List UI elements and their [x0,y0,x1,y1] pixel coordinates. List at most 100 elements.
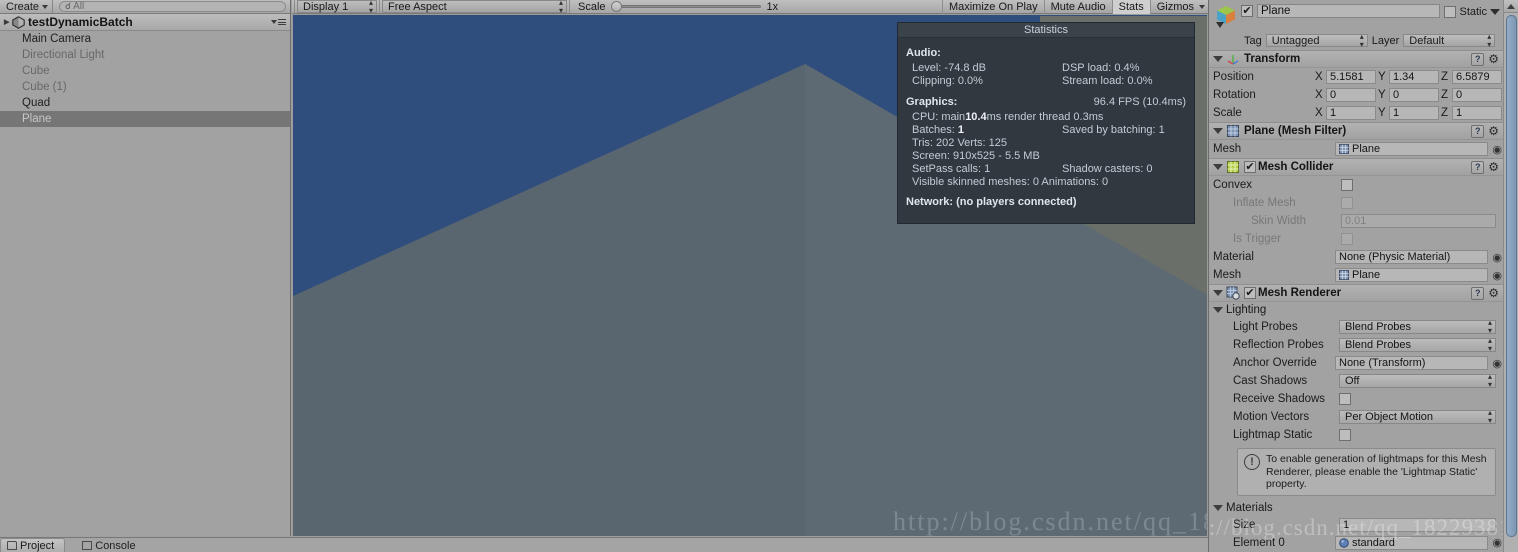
scrollbar-up-button[interactable] [1504,0,1518,13]
object-picker-icon[interactable]: ◉ [1492,269,1502,282]
hierarchy-item-cube[interactable]: Cube [0,63,290,79]
gizmos-button[interactable]: Gizmos [1149,0,1208,14]
lightmap-static-checkbox[interactable] [1339,429,1351,441]
hierarchy-item-main-camera[interactable]: Main Camera [0,31,290,47]
cast-shadows-label: Cast Shadows [1233,375,1308,387]
gear-icon[interactable]: ⚙ [1488,125,1499,137]
position-z-input[interactable]: 6.5879 [1452,70,1502,84]
cpu-prefix: CPU: main [912,111,966,123]
scale-z-input[interactable]: 1 [1452,106,1502,120]
reflection-probes-dropdown[interactable]: Blend Probes ▴ ▾ [1339,336,1496,353]
mesh-renderer-header[interactable]: Mesh Renderer ? ⚙ [1209,285,1504,302]
gear-icon[interactable]: ⚙ [1488,287,1499,299]
static-toggle-group[interactable]: Static [1444,5,1500,18]
mesh-collider-enabled-checkbox[interactable] [1244,161,1256,173]
hierarchy-item-quad[interactable]: Quad [0,95,290,111]
bottom-tab-bar: Project Console [0,537,1208,552]
graphics-header-label: Graphics: [906,96,958,108]
foldout-icon[interactable] [1213,56,1223,62]
rotation-y-input[interactable]: 0 [1389,88,1439,102]
convex-checkbox[interactable] [1341,179,1353,191]
gear-icon[interactable]: ⚙ [1488,161,1499,173]
materials-size-input[interactable]: 1 [1339,517,1496,532]
tag-dropdown[interactable]: Untagged ▴ ▾ [1265,32,1368,48]
updown-arrows-icon: ▴ ▾ [1487,31,1492,49]
object-picker-icon[interactable]: ◉ [1492,143,1502,156]
mesh-filter-mesh-field[interactable]: Plane [1335,142,1489,156]
anchor-override-field[interactable]: None (Transform) [1335,356,1489,370]
foldout-icon[interactable] [1213,290,1223,296]
tab-project[interactable]: Project [0,538,66,552]
hierarchy-menu-button[interactable] [271,19,286,25]
reflection-probes-row: Reflection Probes Blend Probes ▴ ▾ [1209,336,1504,354]
help-icon[interactable]: ? [1471,286,1485,300]
collider-mesh-field[interactable]: Plane [1335,268,1489,282]
hierarchy-item-plane[interactable]: Plane [0,111,290,127]
stats-button[interactable]: Stats [1111,0,1150,14]
static-label: Static [1459,6,1487,18]
mesh-filter-header[interactable]: Plane (Mesh Filter) ? ⚙ [1209,123,1504,140]
help-icon[interactable]: ? [1471,124,1485,138]
mesh-filter-mesh-row: Mesh Plane ◉ [1209,140,1504,158]
updown-arrows-icon: ▴ ▾ [1487,336,1492,353]
help-icon[interactable]: ? [1471,160,1485,174]
maximize-on-play-button[interactable]: Maximize On Play [941,0,1044,14]
object-picker-icon[interactable]: ◉ [1492,251,1502,264]
cast-shadows-dropdown[interactable]: Off ▴ ▾ [1339,373,1496,389]
materials-size-label: Size [1233,518,1256,531]
scale-x-input[interactable]: 1 [1326,106,1376,120]
scene-header[interactable]: ▶ testDynamicBatch [0,14,290,31]
mute-audio-button[interactable]: Mute Audio [1043,0,1112,14]
lighting-foldout[interactable]: Lighting [1209,302,1504,318]
position-y-input[interactable]: 1.34 [1389,70,1439,84]
hierarchy-item-cube-1[interactable]: Cube (1) [0,79,290,95]
material-asset-icon [1339,537,1349,548]
materials-element0-field[interactable]: standard [1335,535,1489,550]
cast-shadows-value: Off [1345,375,1360,387]
aspect-dropdown[interactable]: Free Aspect ▴ ▾ [382,0,567,14]
is-trigger-label: Is Trigger [1233,233,1281,245]
scale-y-input[interactable]: 1 [1389,106,1439,120]
rotation-z-input[interactable]: 0 [1452,88,1502,102]
scale-label: Scale [578,0,606,13]
chevron-down-icon[interactable] [1490,9,1500,15]
physic-material-field[interactable]: None (Physic Material) [1335,250,1489,264]
scale-slider-knob[interactable] [610,1,622,12]
audio-row-clipping: Clipping: 0.0% Stream load: 0.0% [906,75,1186,88]
hierarchy-item-directional-light[interactable]: Directional Light [0,47,290,63]
foldout-icon[interactable] [1213,128,1223,134]
setpass-calls: SetPass calls: 1 [912,163,991,175]
position-x-input[interactable]: 5.1581 [1326,70,1376,84]
hierarchy-panel: Create ☌ All ▶ testDynamicBatch Main Cam… [0,0,291,536]
materials-foldout[interactable]: Materials [1209,500,1504,516]
display-dropdown[interactable]: Display 1 ▴ ▾ [297,0,377,14]
receive-shadows-checkbox[interactable] [1339,393,1351,405]
transform-header[interactable]: Transform ? ⚙ [1209,51,1504,68]
scale-slider[interactable] [610,1,761,12]
scrollbar-thumb[interactable] [1506,15,1517,537]
updown-arrows-icon: ▴ ▾ [1487,408,1492,425]
hierarchy-search-input[interactable]: ☌ All [59,1,286,12]
mesh-collider-header[interactable]: Mesh Collider ? ⚙ [1209,159,1504,176]
mesh-renderer-enabled-checkbox[interactable] [1244,287,1256,299]
object-name-input[interactable]: Plane [1257,4,1441,18]
light-probes-dropdown[interactable]: Blend Probes ▴ ▾ [1339,319,1496,335]
motion-vectors-dropdown[interactable]: Per Object Motion ▴ ▾ [1339,408,1496,425]
tab-console[interactable]: Console [75,538,146,552]
rotation-x-input[interactable]: 0 [1326,88,1376,102]
static-checkbox[interactable] [1444,6,1457,18]
gear-icon[interactable]: ⚙ [1488,53,1499,65]
inspector-scrollbar[interactable] [1503,0,1518,552]
inflate-mesh-row: Inflate Mesh [1209,194,1504,212]
create-button[interactable]: Create [2,0,54,13]
object-picker-icon[interactable]: ◉ [1492,536,1502,549]
object-picker-icon[interactable]: ◉ [1492,357,1502,370]
foldout-icon[interactable] [1213,164,1223,170]
collider-mesh-value: Plane [1352,269,1381,281]
foldout-icon[interactable] [1213,504,1223,511]
layer-dropdown[interactable]: Default ▴ ▾ [1403,31,1496,49]
foldout-icon[interactable] [1213,307,1223,313]
help-icon[interactable]: ? [1471,52,1485,66]
toolbar-divider [569,0,570,13]
object-enabled-checkbox[interactable] [1241,5,1253,17]
